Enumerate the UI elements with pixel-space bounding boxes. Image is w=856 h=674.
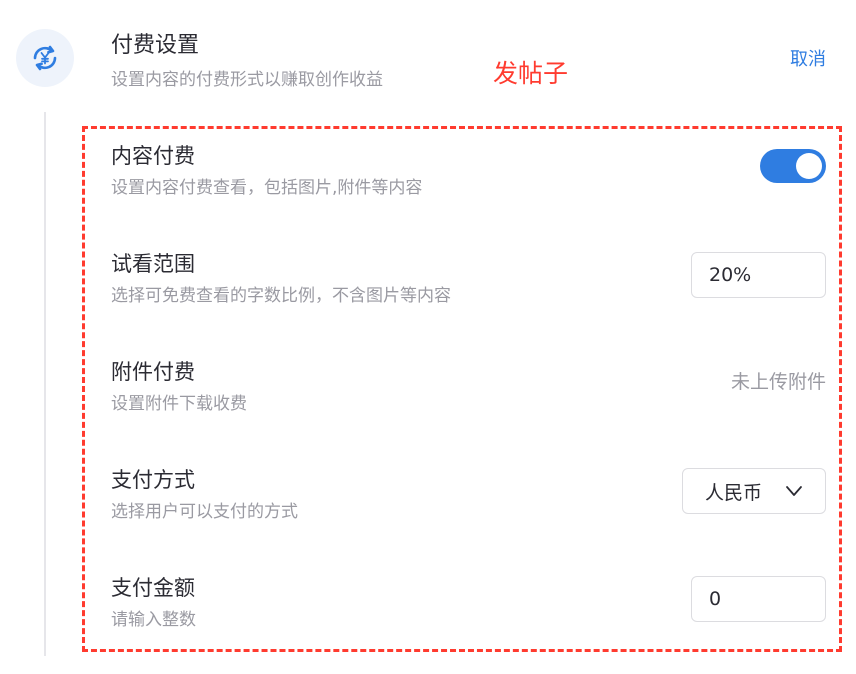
setting-description: 请输入整数	[111, 610, 196, 630]
setting-title: 附件付费	[111, 360, 195, 384]
setting-description: 设置内容付费查看，包括图片,附件等内容	[111, 178, 423, 198]
setting-description: 选择用户可以支付的方式	[111, 502, 298, 522]
content-paid-toggle[interactable]	[760, 149, 826, 183]
annotation-label: 发帖子	[493, 59, 569, 88]
guide-line	[44, 112, 46, 656]
payment-settings-panel: 付费设置 设置内容的付费形式以赚取创作收益 发帖子 取消 内容付费 设置内容付费…	[0, 0, 856, 674]
attachment-status: 未上传附件	[730, 371, 826, 393]
cancel-button[interactable]: 取消	[790, 47, 826, 73]
payment-amount-input[interactable]: 0	[691, 576, 826, 622]
setting-payment-amount: 支付金额 请输入整数 0	[111, 573, 826, 633]
setting-payment-method: 支付方式 选择用户可以支付的方式 人民币	[111, 465, 826, 525]
payment-amount-value: 0	[709, 588, 722, 610]
preview-range-input[interactable]: 20%	[691, 252, 826, 298]
setting-title: 支付方式	[111, 468, 195, 492]
toggle-knob	[796, 153, 822, 179]
setting-title: 内容付费	[111, 144, 195, 168]
payment-method-select[interactable]: 人民币	[682, 468, 826, 514]
setting-description: 选择可免费查看的字数比例，不含图片等内容	[111, 286, 451, 306]
setting-description: 设置附件下载收费	[111, 394, 247, 414]
setting-content-paid: 内容付费 设置内容付费查看，包括图片,附件等内容	[111, 141, 826, 201]
yuan-refresh-icon	[16, 29, 74, 87]
page-title: 付费设置	[111, 33, 200, 58]
setting-preview-range: 试看范围 选择可免费查看的字数比例，不含图片等内容 20%	[111, 249, 826, 309]
chevron-down-icon	[786, 486, 802, 496]
payment-method-value: 人民币	[705, 481, 763, 504]
setting-title: 试看范围	[111, 252, 195, 276]
setting-title: 支付金额	[111, 576, 195, 600]
page-subtitle: 设置内容的付费形式以赚取创作收益	[111, 70, 383, 90]
setting-attachment-paid: 附件付费 设置附件下载收费 未上传附件	[111, 357, 826, 417]
preview-range-value: 20%	[709, 264, 752, 286]
